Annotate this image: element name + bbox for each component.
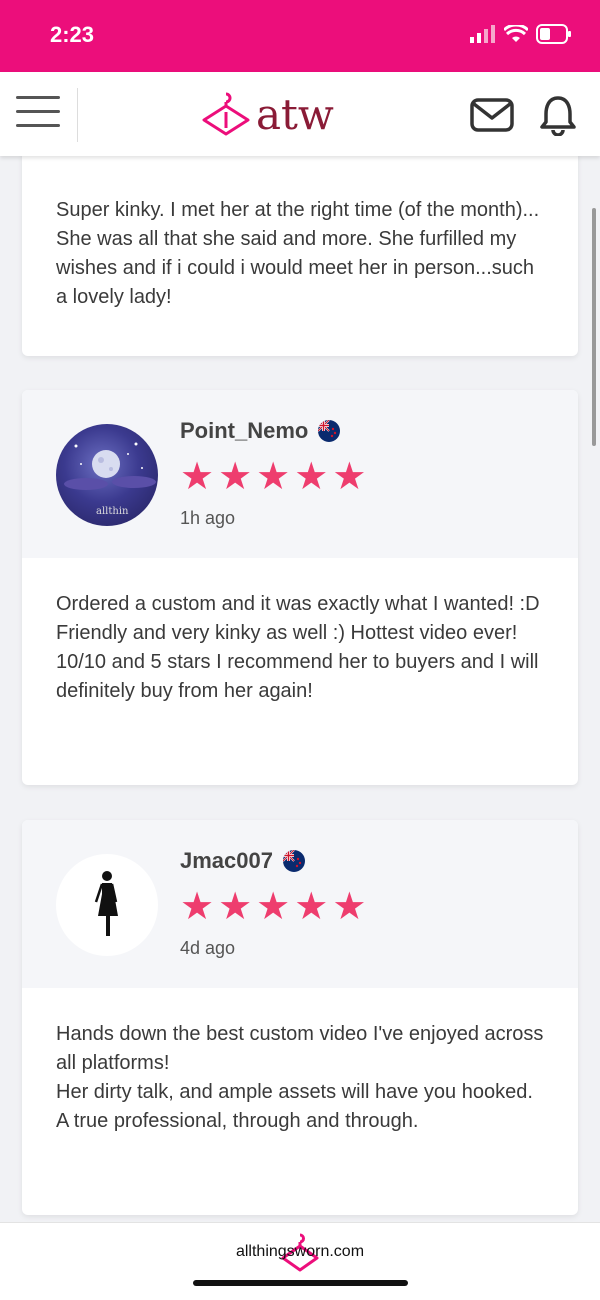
review-text: Super kinky. I met her at the right time… [56,199,540,308]
status-icons [470,24,572,44]
star-icon: ★ [294,884,329,928]
review-card: allthin Point_Nemo ★ ★ ★ ★ ★ 1h ago Orde… [22,390,578,785]
status-time: 2:23 [50,22,95,47]
reviewer-username[interactable]: Jmac007 [180,848,273,874]
avatar[interactable] [56,854,158,956]
review-header: allthin Point_Nemo ★ ★ ★ ★ ★ 1h ago [22,390,578,558]
star-icon: ★ [218,454,253,498]
review-header: Jmac007 ★ ★ ★ ★ ★ 4d ago [22,820,578,988]
review-text-line: A true professional, through and through… [56,1110,419,1132]
review-card: Jmac007 ★ ★ ★ ★ ★ 4d ago Hands down the … [22,820,578,1215]
reviewer-name-row: Jmac007 [180,848,305,874]
reviewer-username[interactable]: Point_Nemo [180,418,308,444]
top-navbar: atw [0,72,600,156]
wifi-icon [504,25,528,42]
star-rating: ★ ★ ★ ★ ★ [180,456,366,496]
menu-icon[interactable] [16,96,60,132]
star-icon: ★ [218,884,253,928]
signal-icon [470,25,495,43]
star-icon: ★ [256,884,291,928]
footer-url[interactable]: allthingsworn.com [0,1243,600,1261]
avatar[interactable]: allthin [56,424,158,526]
star-icon: ★ [180,454,215,498]
avatar-watermark: allthin [96,506,129,517]
review-text: Ordered a custom and it was exactly what… [56,593,540,702]
star-icon: ★ [180,884,215,928]
home-indicator[interactable] [193,1280,408,1286]
star-icon: ★ [294,454,329,498]
star-rating: ★ ★ ★ ★ ★ [180,886,366,926]
star-icon: ★ [332,884,367,928]
reviewer-name-row: Point_Nemo [180,418,341,444]
logo-text: atw [256,90,334,139]
star-icon: ★ [332,454,367,498]
nz-flag-icon [282,850,305,872]
nz-flag-icon [318,420,341,442]
review-time: 4d ago [180,938,236,958]
mail-icon[interactable] [470,98,514,132]
browser-footer: allthingsworn.com [0,1222,600,1300]
battery-icon [536,24,571,44]
bell-icon[interactable] [538,94,578,136]
scrollbar[interactable] [592,208,596,446]
nav-divider [77,88,78,142]
review-card: Super kinky. I met her at the right time… [22,150,578,356]
review-text: Hands down the best custom video I've en… [22,988,578,1176]
site-logo[interactable]: atw [200,90,334,140]
status-bar: 2:23 [0,0,600,72]
star-icon: ★ [256,454,291,498]
review-time: 1h ago [180,508,236,528]
review-text-line: Hands down the best custom video I've en… [56,1023,544,1074]
hanger-icon [202,92,250,136]
female-silhouette-icon [94,871,118,936]
review-text-line: Her dirty talk, and ample assets will ha… [56,1081,533,1103]
